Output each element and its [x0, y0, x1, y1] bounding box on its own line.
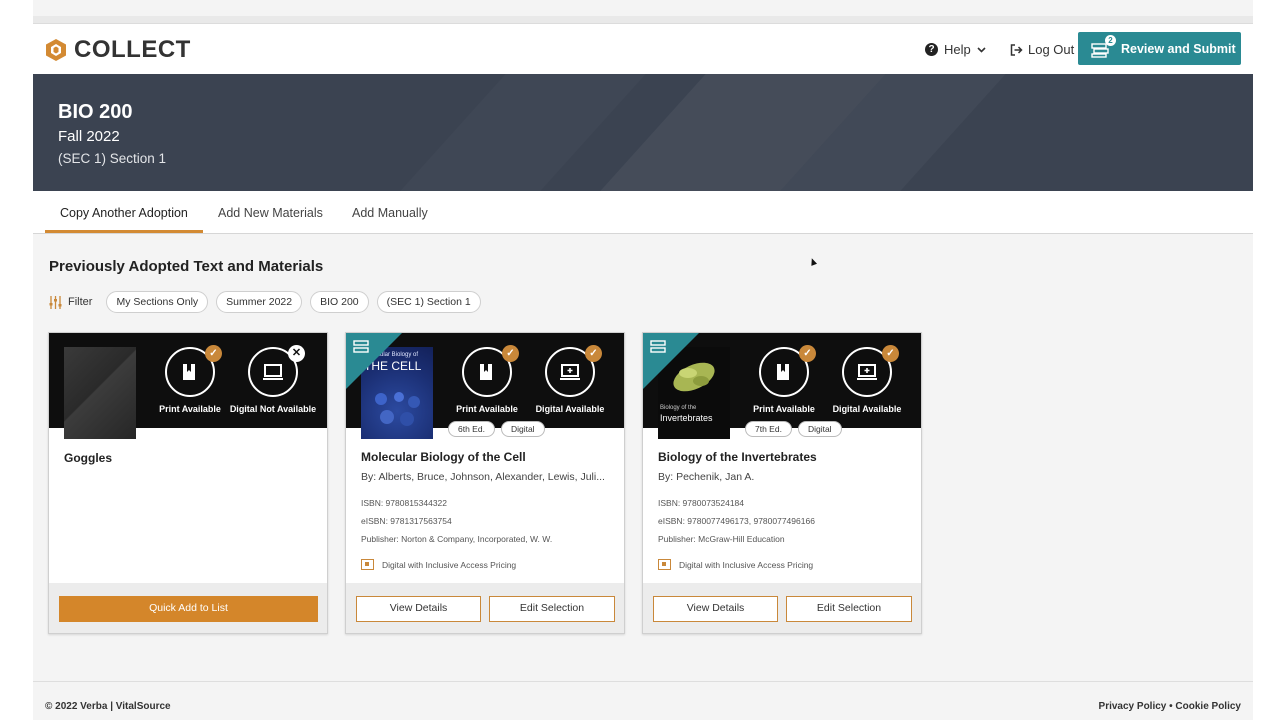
- edition-pill: 7th Ed.: [745, 421, 792, 437]
- banner-decoration: [400, 74, 645, 191]
- view-details-button[interactable]: View Details: [356, 596, 481, 622]
- filter-bar: Filter My Sections Only Summer 2022 BIO …: [49, 291, 481, 313]
- logo-hexagon-icon: [46, 39, 66, 61]
- check-badge-icon: ✓: [585, 345, 602, 362]
- format-pills: 7th Ed. Digital: [745, 421, 842, 437]
- edit-selection-button[interactable]: Edit Selection: [489, 596, 615, 622]
- help-menu[interactable]: ? Help: [925, 42, 986, 57]
- course-section: (SEC 1) Section 1: [58, 151, 167, 166]
- unavailable-x-icon: ✕: [288, 345, 305, 362]
- format-pills: 6th Ed. Digital: [448, 421, 545, 437]
- tab-copy-another-adoption[interactable]: Copy Another Adoption: [60, 206, 188, 220]
- book-icon: [183, 364, 195, 380]
- material-title: Goggles: [64, 451, 113, 465]
- inclusive-access-icon: [361, 559, 374, 570]
- filter-label: Filter: [68, 296, 93, 308]
- tab-add-new-materials[interactable]: Add New Materials: [218, 206, 323, 220]
- sliders-icon: [49, 295, 62, 309]
- digital-availability: ✓ Digital Available: [525, 345, 615, 414]
- digital-availability-label: Digital Available: [832, 404, 902, 414]
- cover-artwork: [375, 392, 420, 426]
- copyright-text[interactable]: © 2022 Verba | VitalSource: [45, 701, 171, 712]
- filter-chip-my-sections[interactable]: My Sections Only: [106, 291, 209, 313]
- book-cart-icon: 2: [1091, 34, 1116, 58]
- edit-selection-button[interactable]: Edit Selection: [786, 596, 912, 622]
- section-heading: Previously Adopted Text and Materials: [49, 258, 324, 275]
- material-title: Molecular Biology of the Cell: [361, 450, 526, 464]
- book-stack-icon: [650, 340, 666, 353]
- inclusive-access-note: Digital with Inclusive Access Pricing: [361, 559, 516, 570]
- book-stack-icon: [353, 340, 369, 353]
- material-publisher: Publisher: Norton & Company, Incorporate…: [361, 534, 553, 544]
- material-title: Biology of the Invertebrates: [658, 450, 817, 464]
- print-availability-label: Print Available: [159, 404, 221, 414]
- collect-logo[interactable]: COLLECT: [44, 36, 191, 64]
- quick-add-button[interactable]: Quick Add to List: [59, 596, 318, 622]
- review-and-submit-button[interactable]: 2 Review and Submit: [1078, 32, 1241, 65]
- active-tab-indicator: [45, 230, 203, 233]
- digital-availability-label: Digital Available: [535, 404, 605, 414]
- top-navigation-bar: COLLECT ? Help Log Out 2 Review and Subm…: [33, 24, 1253, 74]
- filter-toggle[interactable]: Filter: [49, 295, 93, 309]
- digital-availability: ✕ Digital Not Available: [228, 345, 318, 414]
- logo-text: COLLECT: [74, 36, 191, 63]
- book-icon: [480, 364, 492, 380]
- material-eisbn: eISBN: 9781317563754: [361, 516, 452, 526]
- format-pill: Digital: [500, 421, 545, 437]
- material-card: Biology of the Invertebrates ✓ Print Ava…: [642, 332, 922, 634]
- policy-links[interactable]: Privacy Policy • Cookie Policy: [1099, 701, 1241, 712]
- placeholder-cover-image: [64, 347, 136, 439]
- chevron-down-icon: [977, 46, 986, 53]
- logout-label: Log Out: [1028, 42, 1075, 57]
- print-availability: ✓ Print Available: [442, 345, 532, 414]
- cover-title: Invertebrates: [660, 413, 713, 423]
- inclusive-access-label: Digital with Inclusive Access Pricing: [382, 559, 517, 570]
- check-badge-icon: ✓: [882, 345, 899, 362]
- filter-chip-course[interactable]: BIO 200: [310, 291, 369, 313]
- tab-add-manually[interactable]: Add Manually: [352, 206, 428, 220]
- help-label: Help: [944, 42, 971, 57]
- print-availability-label: Print Available: [753, 404, 815, 414]
- filter-chip-term[interactable]: Summer 2022: [216, 291, 303, 313]
- inclusive-access-note: Digital with Inclusive Access Pricing: [658, 559, 813, 570]
- material-card: ✓ Print Available ✕ Digital Not Availabl…: [48, 332, 328, 634]
- inclusive-access-label: Digital with Inclusive Access Pricing: [679, 559, 814, 570]
- material-authors: By: Alberts, Bruce, Johnson, Alexander, …: [361, 471, 605, 483]
- book-icon: [777, 364, 789, 380]
- material-authors: By: Pechenik, Jan A.: [658, 471, 755, 483]
- help-circle-icon: ?: [925, 43, 938, 56]
- material-card: Molecular Biology of THE CELL ✓ Print Av…: [345, 332, 625, 634]
- course-banner: BIO 200 Fall 2022 (SEC 1) Section 1: [33, 74, 1253, 191]
- check-badge-icon: ✓: [502, 345, 519, 362]
- footer-divider: [33, 681, 1253, 682]
- cover-subtitle: Biology of the: [660, 405, 697, 411]
- edition-pill: 6th Ed.: [448, 421, 495, 437]
- adoption-tabs: Copy Another Adoption Add New Materials …: [33, 191, 1253, 234]
- filter-chip-section[interactable]: (SEC 1) Section 1: [376, 291, 481, 313]
- course-term: Fall 2022: [58, 128, 120, 145]
- material-isbn: ISBN: 9780815344322: [361, 498, 448, 508]
- format-pill: Digital: [797, 421, 842, 437]
- review-label: Review and Submit: [1121, 41, 1236, 56]
- browser-top-strip: [33, 16, 1253, 24]
- laptop-icon: [263, 364, 283, 380]
- digital-availability: ✓ Digital Available: [822, 345, 912, 414]
- print-availability: ✓ Print Available: [145, 345, 235, 414]
- print-availability-label: Print Available: [456, 404, 518, 414]
- view-details-button[interactable]: View Details: [653, 596, 778, 622]
- material-publisher: Publisher: McGraw-Hill Education: [658, 534, 785, 544]
- cart-count-badge: 2: [1105, 34, 1116, 46]
- logout-link[interactable]: Log Out: [1010, 42, 1074, 57]
- print-availability: ✓ Print Available: [739, 345, 829, 414]
- course-code: BIO 200: [58, 101, 133, 123]
- check-badge-icon: ✓: [205, 345, 222, 362]
- laptop-plus-icon: [560, 364, 580, 380]
- sign-out-icon: [1010, 43, 1023, 56]
- material-isbn: ISBN: 9780073524184: [658, 498, 745, 508]
- digital-availability-label: Digital Not Available: [229, 404, 317, 414]
- laptop-plus-icon: [857, 364, 877, 380]
- check-badge-icon: ✓: [799, 345, 816, 362]
- material-eisbn: eISBN: 9780077496173, 9780077496166: [658, 516, 815, 526]
- inclusive-access-icon: [658, 559, 671, 570]
